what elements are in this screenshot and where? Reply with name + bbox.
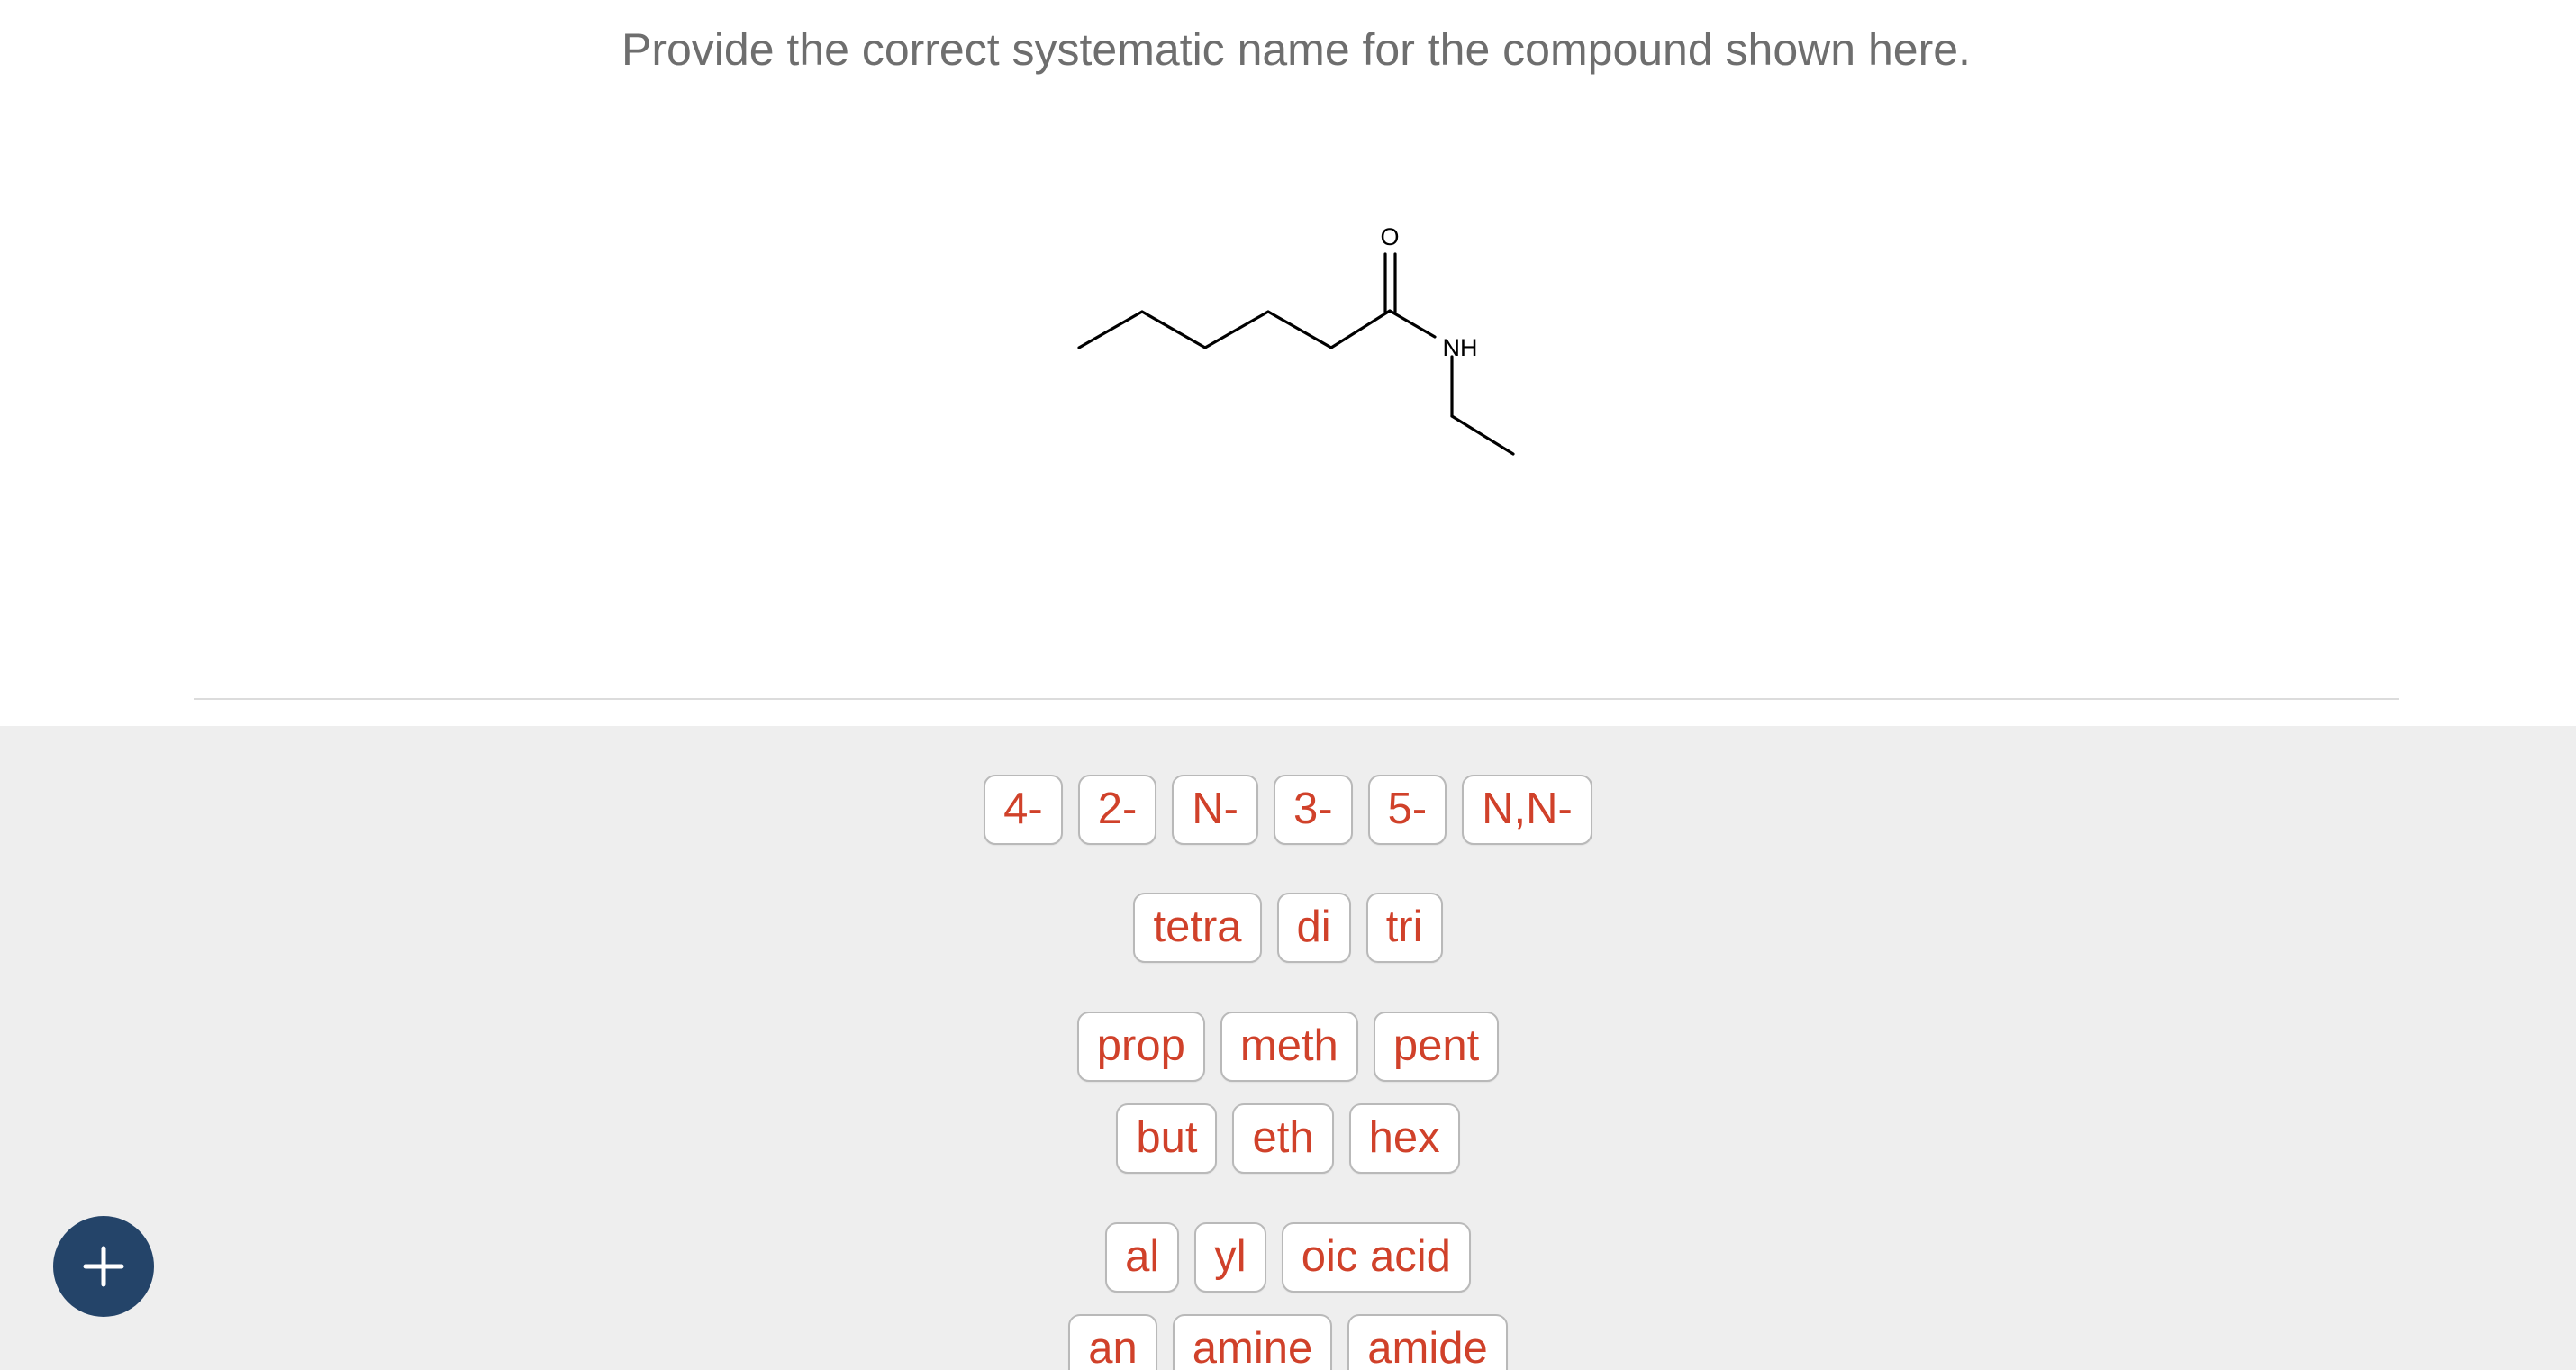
bond-c5-c6 (1329, 309, 1392, 349)
chemical-structure: O NH (1077, 223, 1515, 456)
tile-row-suffixes-b: an amine amide (0, 1314, 2576, 1370)
tile-multiplier[interactable]: tri (1365, 893, 1443, 963)
tile-suffix[interactable]: amine (1172, 1314, 1333, 1370)
tile-root[interactable]: meth (1220, 1012, 1358, 1082)
tile-suffix[interactable]: oic acid (1281, 1222, 1471, 1293)
bond-c1-c2 (1077, 310, 1144, 349)
tile-multiplier[interactable]: di (1276, 893, 1351, 963)
tile-root[interactable]: but (1116, 1103, 1218, 1174)
tile-row-suffixes-a: al yl oic acid (0, 1222, 2576, 1293)
tile-locant[interactable]: N- (1172, 775, 1258, 845)
question-area: Provide the correct systematic name for … (0, 0, 2576, 726)
bond-c3-c4 (1203, 310, 1270, 349)
tile-locant[interactable]: 2- (1077, 775, 1157, 845)
bond-c-n (1388, 309, 1437, 339)
bond-c4-c5 (1266, 310, 1333, 349)
nitrogen-label: NH (1443, 334, 1478, 361)
oxygen-label: O (1380, 223, 1399, 250)
tile-row-locants: 4- 2- N- 3- 5- N,N- (0, 775, 2576, 845)
tile-multiplier[interactable]: tetra (1133, 893, 1262, 963)
divider (194, 698, 2399, 700)
tile-row-roots-b: but eth hex (0, 1103, 2576, 1174)
tile-root[interactable]: hex (1348, 1103, 1460, 1174)
answer-tiles-area: 4- 2- N- 3- 5- N,N- tetra di tri prop me… (0, 726, 2576, 1370)
bond-ch2-ch3 (1450, 414, 1515, 456)
tile-locant[interactable]: 4- (984, 775, 1063, 845)
tile-suffix[interactable]: yl (1194, 1222, 1266, 1293)
add-button[interactable] (53, 1216, 154, 1317)
tile-suffix[interactable]: an (1068, 1314, 1157, 1370)
tile-locant[interactable]: 3- (1274, 775, 1353, 845)
tile-root[interactable]: prop (1076, 1012, 1205, 1082)
tile-suffix[interactable]: al (1105, 1222, 1180, 1293)
tile-row-multipliers: tetra di tri (0, 893, 2576, 963)
question-text: Provide the correct systematic name for … (621, 24, 1971, 75)
tile-locant[interactable]: N,N- (1462, 775, 1592, 845)
tile-suffix[interactable]: amide (1347, 1314, 1508, 1370)
tile-row-roots-a: prop meth pent (0, 1012, 2576, 1082)
tile-locant[interactable]: 5- (1367, 775, 1447, 845)
tile-root[interactable]: pent (1373, 1012, 1500, 1082)
bond-c2-c3 (1140, 310, 1207, 349)
page: Provide the correct systematic name for … (0, 0, 2576, 1370)
tile-root[interactable]: eth (1232, 1103, 1334, 1174)
plus-icon (83, 1246, 124, 1287)
